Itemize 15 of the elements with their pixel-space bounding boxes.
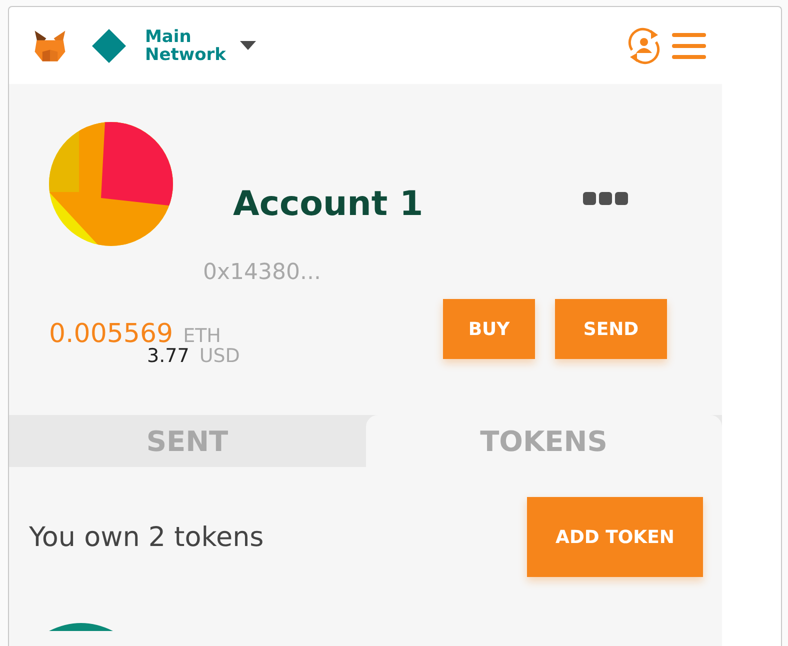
action-button[interactable]: SEND (555, 299, 667, 359)
usd-unit: USD (199, 345, 240, 367)
token-count-text: You own 2 tokens (29, 522, 264, 552)
account-address: 0x14380... (203, 260, 321, 285)
tab[interactable]: TOKENS (366, 415, 722, 467)
add-token-button[interactable]: ADD TOKEN (527, 497, 703, 577)
more-options-icon[interactable] (583, 192, 629, 206)
action-button[interactable]: BUY (443, 299, 535, 359)
diamond-icon (91, 28, 127, 64)
eth-unit: ETH (183, 325, 221, 347)
token-icon (49, 623, 113, 631)
account-name: Account 1 (233, 184, 424, 224)
network-selector[interactable]: Main Network (145, 28, 256, 64)
caret-icon (240, 40, 256, 50)
menu-icon[interactable] (672, 32, 706, 58)
